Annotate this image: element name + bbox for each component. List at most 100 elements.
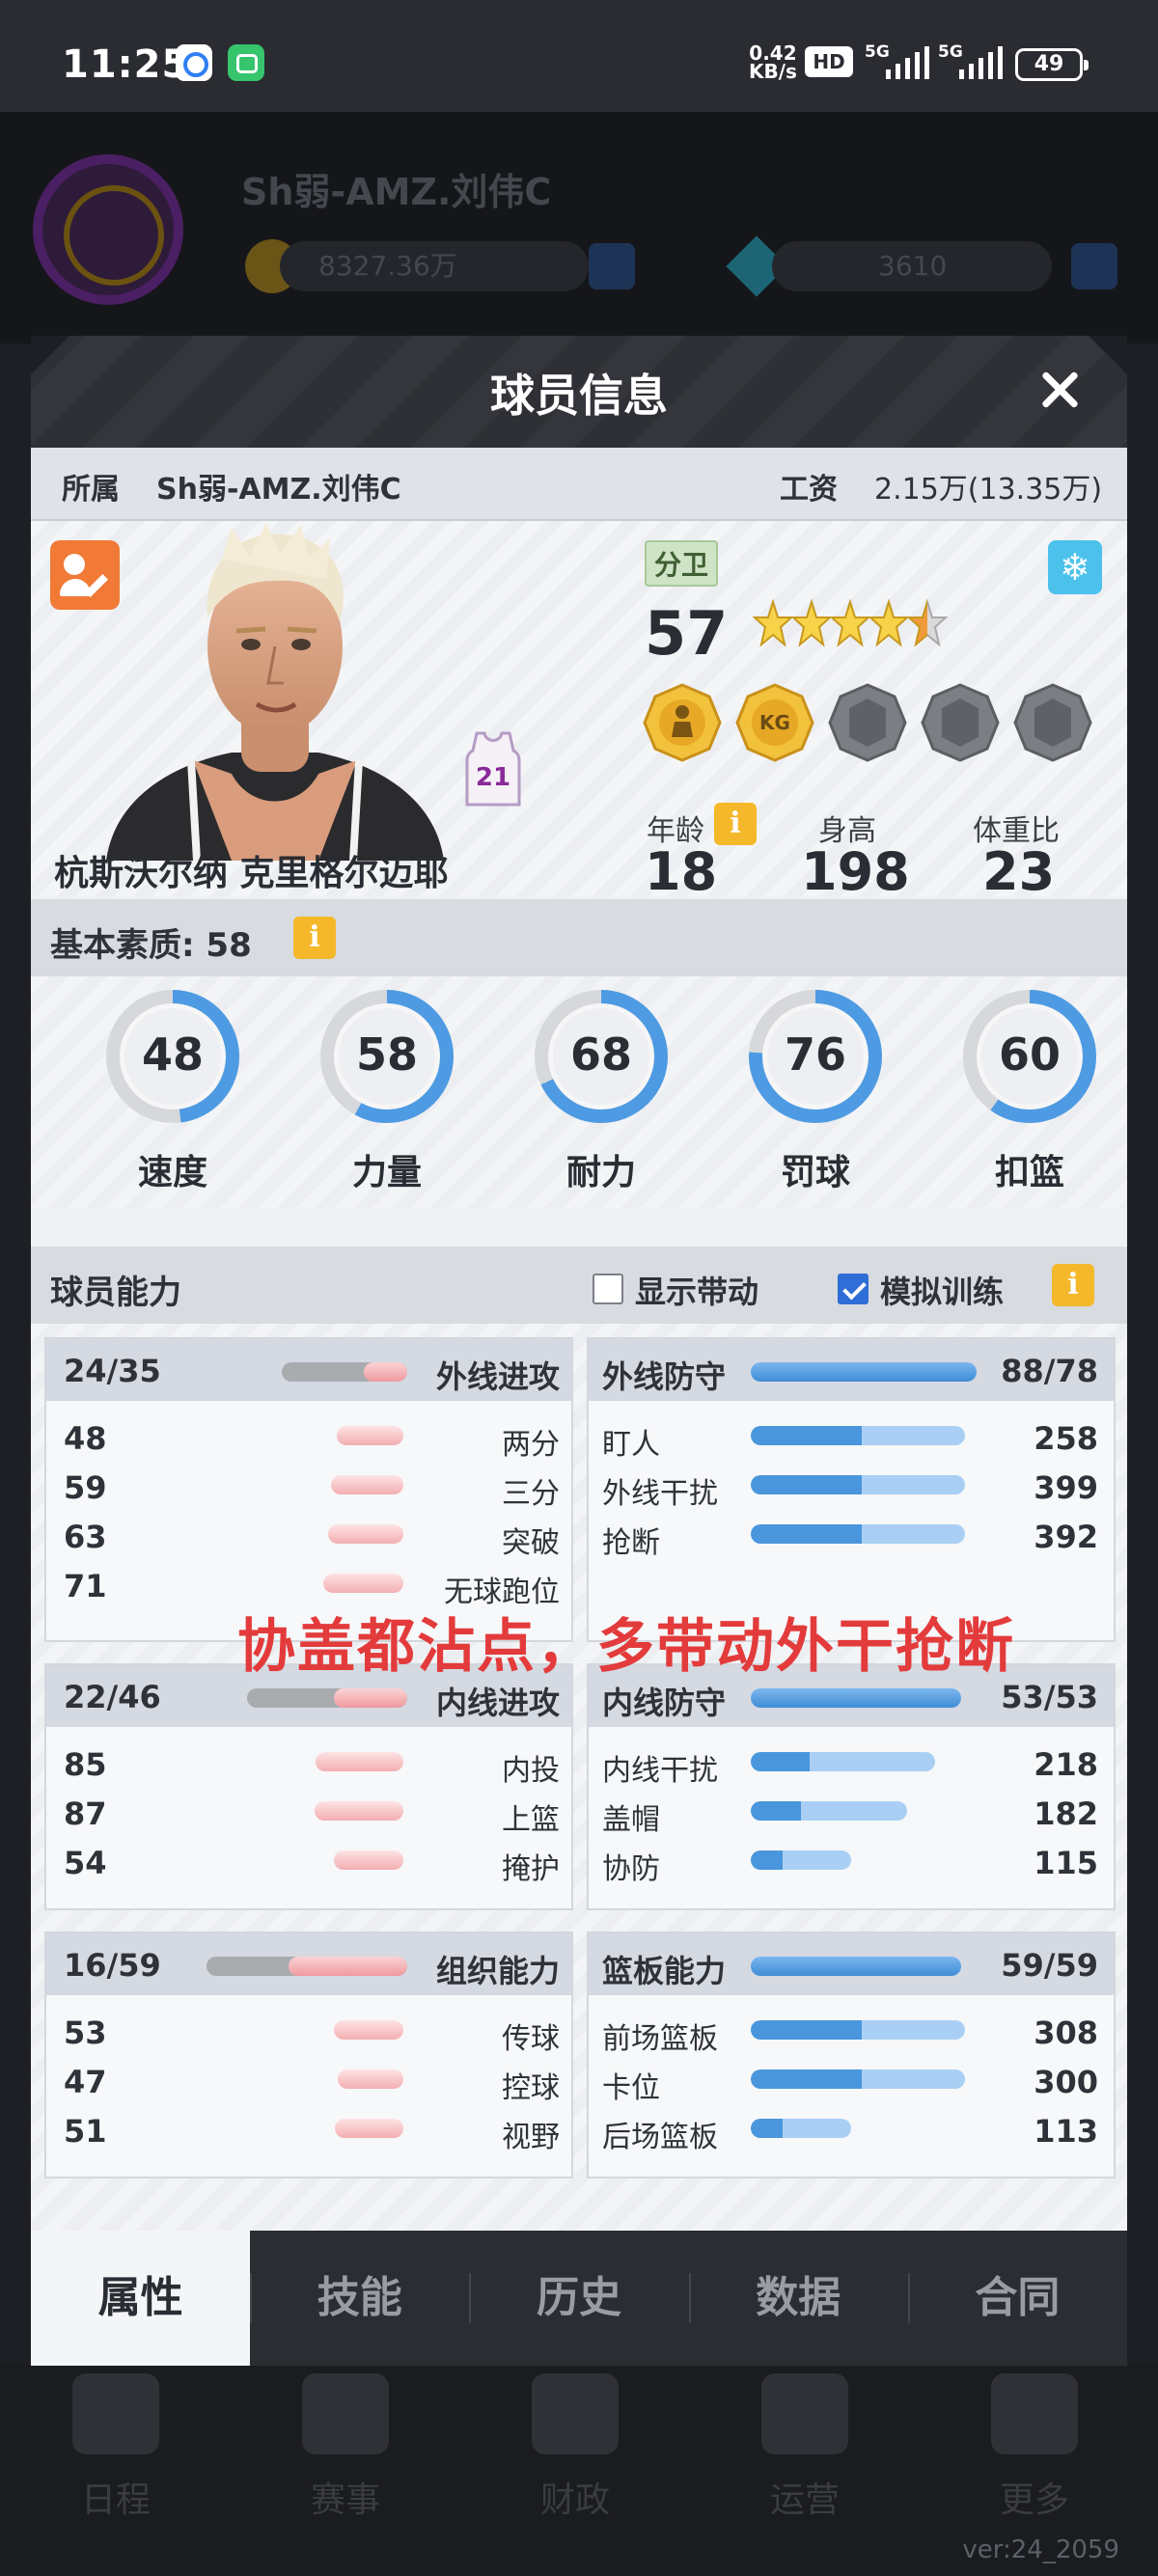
ability-row: 308 前场篮板 — [589, 2005, 1114, 2056]
ability-name: 外线干扰 — [602, 1477, 718, 1511]
gem-amount: 3610 — [772, 241, 1052, 291]
nav-events-label: 赛事 — [310, 2480, 380, 2520]
ability-value: 113 — [1034, 2113, 1098, 2150]
ability-group-bar — [751, 1957, 961, 1976]
coin-amount: 8327.36万 — [280, 241, 589, 291]
ability-card-header: 24/35 外线进攻 — [46, 1339, 571, 1401]
empty-badge-icon[interactable] — [1013, 683, 1092, 762]
nav-more: 更多 — [977, 2373, 1092, 2522]
ability-card: 59/59 篮板能力 308 前场篮板 300 卡位 113 后场篮板 — [587, 1932, 1116, 2179]
network-type-label: 5G — [865, 42, 890, 62]
tab-4[interactable]: 合同 — [907, 2231, 1127, 2366]
trophy-icon — [302, 2373, 389, 2454]
ability-group-bar — [207, 1957, 407, 1976]
close-icon[interactable] — [1034, 365, 1085, 415]
ability-name: 抢断 — [602, 1526, 660, 1560]
ability-group-score: 22/46 — [64, 1679, 161, 1715]
tab-0[interactable]: 属性 — [31, 2231, 251, 2366]
dialog-tabs: 属性 技能 历史 数据 合同 — [31, 2231, 1127, 2366]
ability-value: 71 — [64, 1568, 107, 1604]
operations-icon — [761, 2373, 848, 2454]
overlay-annotation: 协盖都沾点，多带动外干抢断 — [237, 1613, 1015, 1681]
ability-rows: 85 内投 87 上篮 54 掩护 — [46, 1727, 571, 1886]
ability-group-bar — [751, 1688, 961, 1708]
ability-card: 88/78 外线防守 258 盯人 399 外线干扰 392 抢断 — [587, 1337, 1116, 1642]
player-ability-label: 球员能力 — [50, 1274, 181, 1312]
ability-value: 53 — [64, 2014, 107, 2051]
quality-gauge: 60 扣篮 — [957, 986, 1102, 1192]
empty-badge-icon[interactable] — [828, 683, 907, 762]
status-time: 11:25 — [62, 42, 190, 87]
ability-rows: 308 前场篮板 300 卡位 113 后场篮板 — [589, 1995, 1114, 2154]
ability-row: 399 外线干扰 — [589, 1460, 1114, 1511]
ability-bar — [751, 2119, 851, 2138]
ability-group-name: 组织能力 — [435, 1953, 560, 1989]
nav-schedule-label: 日程 — [80, 2480, 151, 2520]
basic-quality-gauges: 48 速度 58 力量 68 耐力 76 罚球 60 扣篮 — [31, 976, 1127, 1208]
dialog-header: 球员信息 — [31, 336, 1127, 448]
gauge-label: 力量 — [351, 1153, 422, 1192]
ability-row: 48 两分 — [46, 1411, 571, 1462]
ability-value: 51 — [64, 2113, 107, 2150]
kg-badge-icon[interactable]: KG — [735, 683, 814, 762]
ability-name: 三分 — [502, 1477, 560, 1511]
ability-value: 115 — [1034, 1845, 1098, 1881]
snowflake-icon[interactable]: ❄ — [1048, 540, 1102, 594]
ability-group-bar-fill — [751, 1362, 977, 1382]
ability-row: 63 突破 — [46, 1509, 571, 1560]
show-drive-checkbox[interactable] — [593, 1274, 623, 1304]
finance-icon — [532, 2373, 619, 2454]
ability-name: 前场篮板 — [602, 2022, 718, 2056]
ability-bar — [751, 1524, 965, 1544]
ability-info-icon[interactable]: i — [1052, 1264, 1094, 1306]
ability-group-score: 24/35 — [64, 1353, 161, 1389]
basic-quality-info-icon[interactable]: i — [293, 917, 336, 959]
ability-value: 300 — [1034, 2064, 1098, 2100]
ability-bar — [335, 2119, 403, 2138]
star-icon — [906, 596, 949, 654]
ability-group-name: 外线防守 — [602, 1358, 727, 1395]
gauge-value: 76 — [784, 1028, 846, 1081]
ability-bar — [338, 2069, 403, 2089]
tab-3[interactable]: 数据 — [688, 2231, 908, 2366]
badge-row: KG — [643, 683, 1106, 762]
ability-row: 115 协防 — [589, 1835, 1114, 1886]
show-drive-label: 显示带动 — [635, 1274, 759, 1310]
ability-name: 盖帽 — [602, 1803, 660, 1837]
ability-bar — [315, 1801, 403, 1821]
add-gems-button — [1071, 243, 1117, 289]
empty-badge-icon[interactable] — [921, 683, 1000, 762]
ability-value: 258 — [1034, 1420, 1098, 1457]
ability-row: 392 抢断 — [589, 1509, 1114, 1560]
ability-value: 48 — [64, 1420, 107, 1457]
gauge-label: 耐力 — [565, 1153, 636, 1192]
ability-value: 47 — [64, 2064, 107, 2100]
team-label: 所属 — [62, 473, 120, 507]
nav-more-label: 更多 — [999, 2480, 1069, 2520]
star-icon — [790, 596, 833, 654]
quality-gauge: 68 耐力 — [529, 986, 674, 1192]
ability-group-name: 篮板能力 — [602, 1953, 727, 1989]
ability-value: 54 — [64, 1845, 107, 1881]
ability-group-score: 88/78 — [1001, 1353, 1098, 1389]
ability-bar — [323, 1574, 403, 1593]
quality-gauge: 48 速度 — [100, 986, 245, 1192]
age-info-icon[interactable]: i — [714, 803, 757, 845]
ability-value: 399 — [1034, 1469, 1098, 1506]
ability-row: 54 掩护 — [46, 1835, 571, 1886]
player-badge-icon[interactable] — [643, 683, 722, 762]
ability-name: 掩护 — [502, 1852, 560, 1886]
simulate-training-checkbox[interactable] — [838, 1274, 868, 1304]
tab-1[interactable]: 技能 — [250, 2231, 469, 2366]
basic-quality-label: 基本素质: 58 — [50, 926, 252, 965]
ability-group-bar — [282, 1362, 407, 1382]
tab-2[interactable]: 历史 — [469, 2231, 688, 2366]
team-logo — [33, 154, 183, 305]
gauge-label: 速度 — [137, 1153, 207, 1192]
ability-row: 59 三分 — [46, 1460, 571, 1511]
ability-bar — [328, 1524, 403, 1544]
ability-bar — [337, 1426, 403, 1445]
ability-card-header: 59/59 篮板能力 — [589, 1933, 1114, 1995]
hd-icon: HD — [805, 46, 853, 77]
ability-card: 24/35 外线进攻 48 两分 59 三分 63 突破 71 无球跑位 — [44, 1337, 573, 1642]
